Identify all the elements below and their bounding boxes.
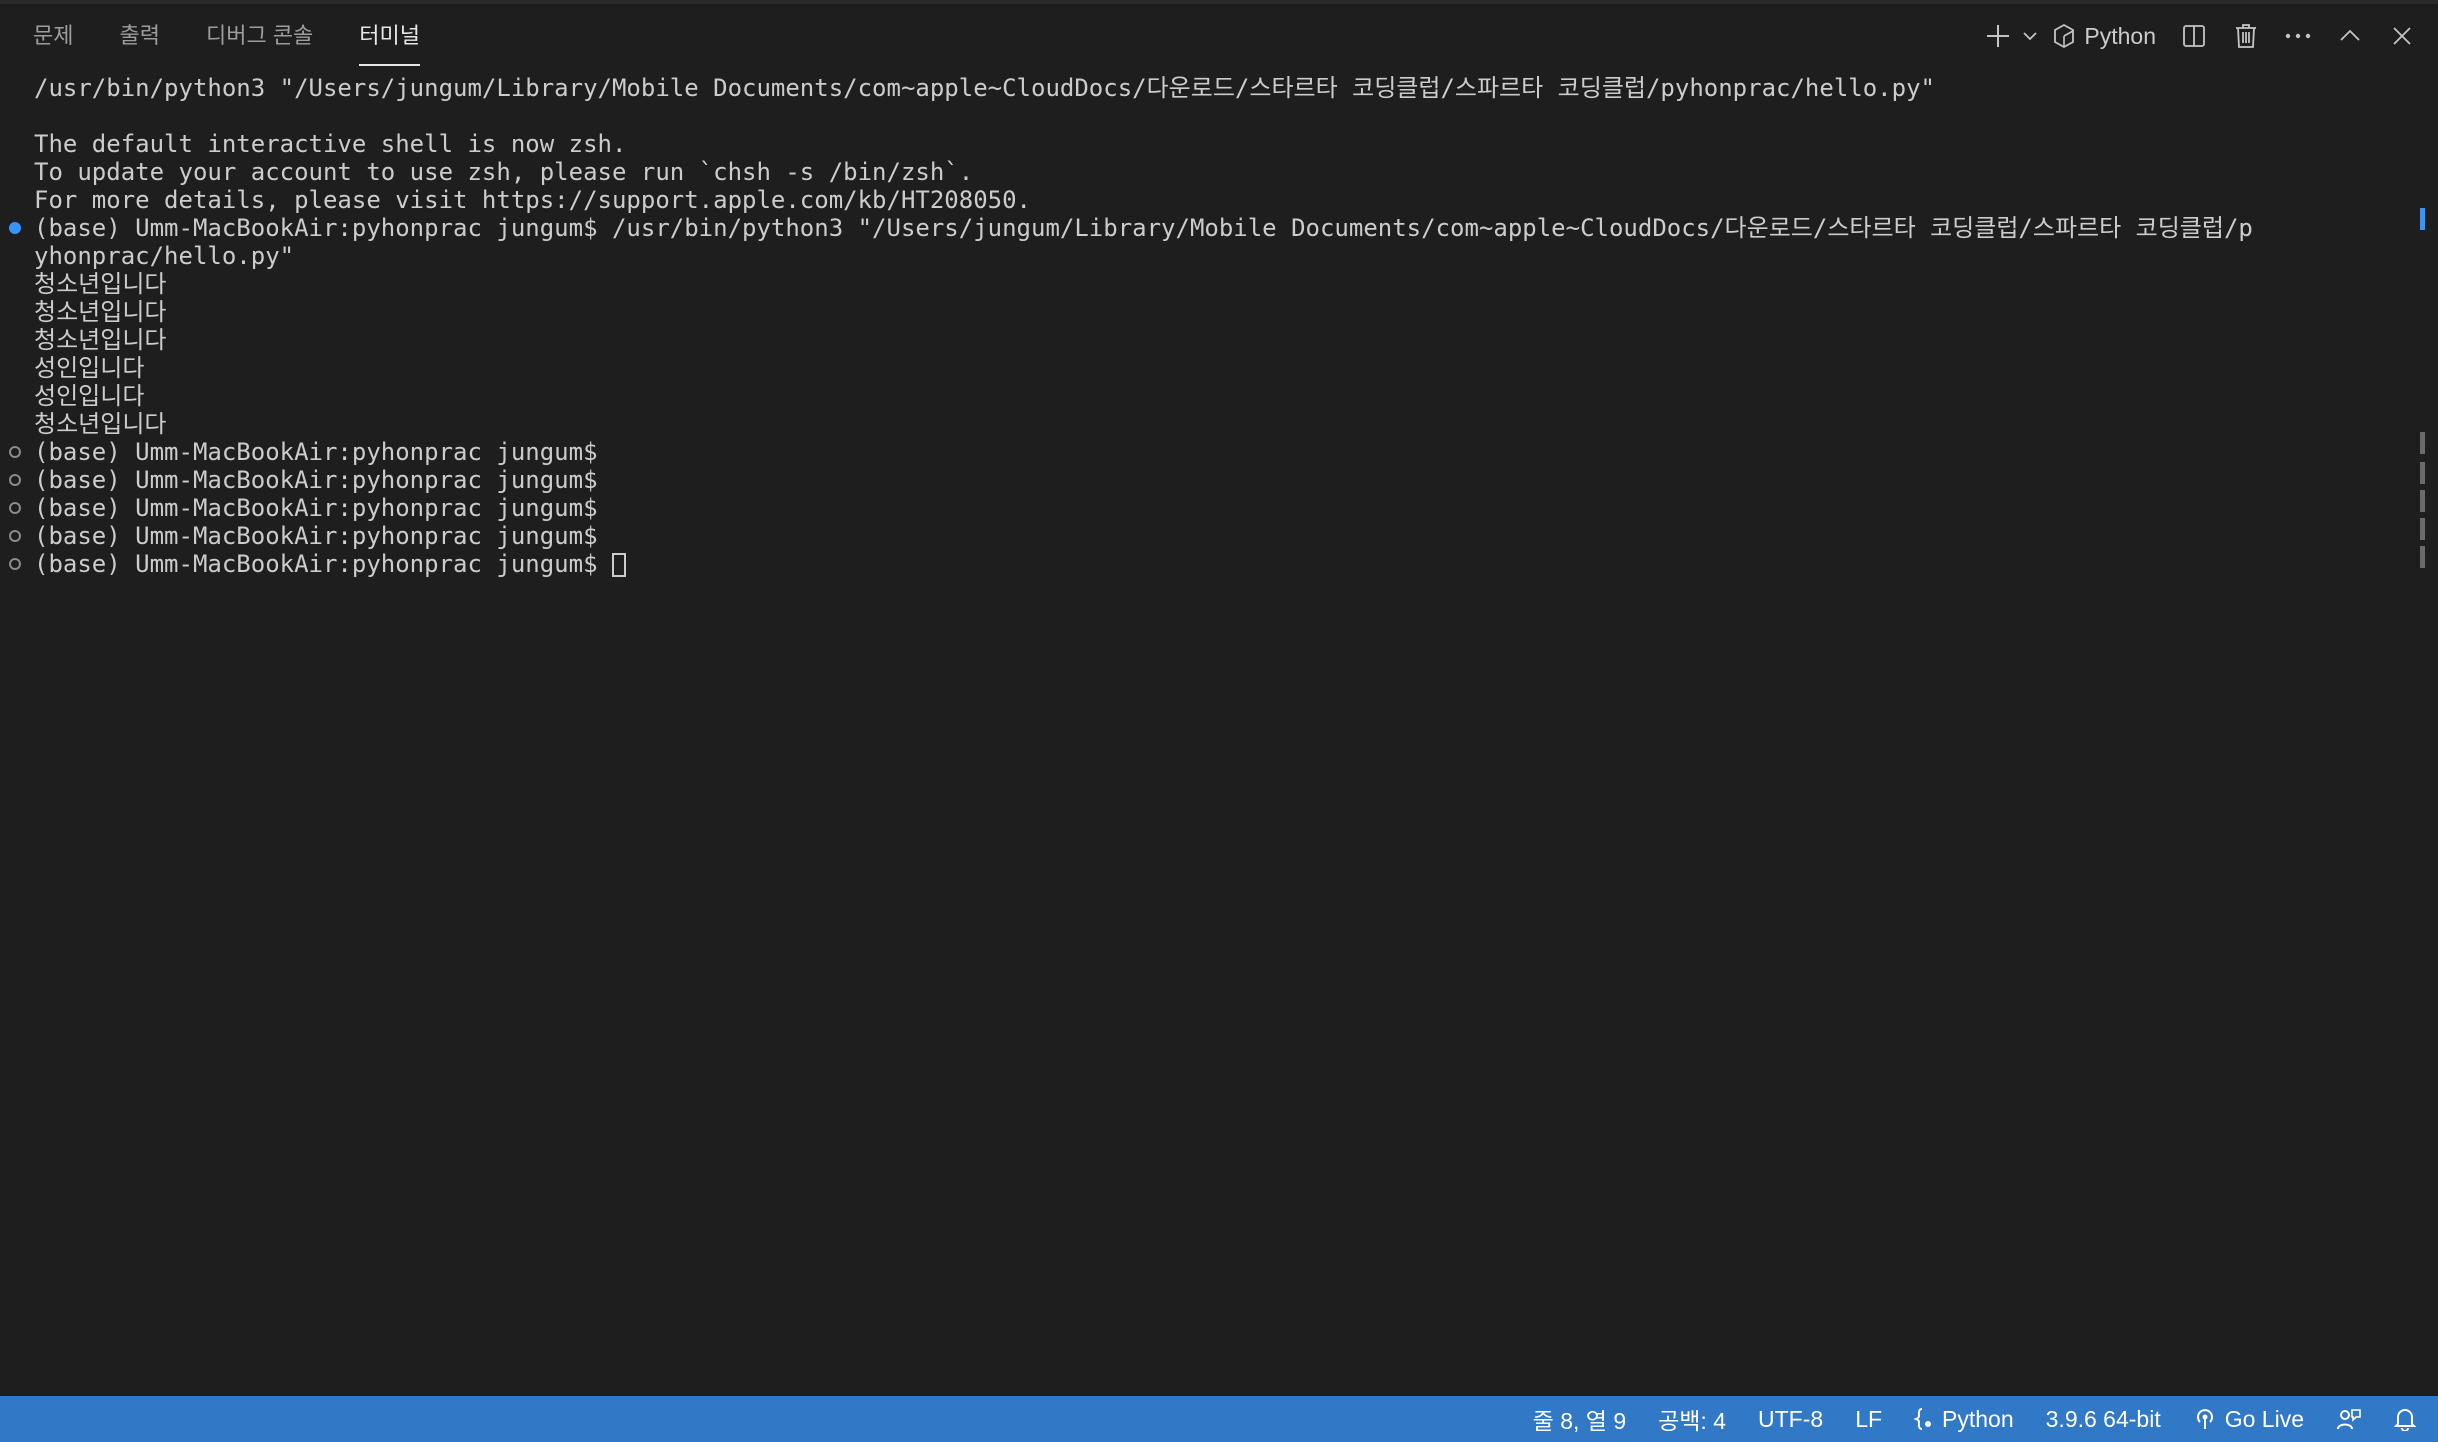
more-actions-button[interactable] [2272, 14, 2324, 58]
terminal-line: (base) Umm-MacBookAir:pyhonprac jungum$ [0, 522, 2400, 550]
panel-tabs: 문제 출력 디버그 콘솔 터미널 [33, 4, 466, 68]
line-text: 청소년입니다 [34, 326, 167, 354]
line-text: (base) Umm-MacBookAir:pyhonprac jungum$ [34, 466, 598, 494]
tab-terminal[interactable]: 터미널 [359, 4, 420, 68]
terminal-line: To update your account to use zsh, pleas… [0, 158, 2400, 186]
terminal-line: (base) Umm-MacBookAir:pyhonprac jungum$ [0, 438, 2400, 466]
chevron-up-icon [2339, 25, 2361, 47]
line-text: 청소년입니다 [34, 410, 167, 438]
language-mode-label: Python [1942, 1405, 2014, 1432]
line-text: 성인입니다 [34, 354, 145, 382]
scroll-marker [2420, 546, 2425, 568]
terminal-line: /usr/bin/python3 "/Users/jungum/Library/… [0, 74, 2400, 102]
line-text: To update your account to use zsh, pleas… [34, 158, 974, 186]
command-success-decoration[interactable] [9, 222, 21, 234]
line-text: yhonprac/hello.py" [34, 242, 295, 270]
status-bar: 줄 8, 열 9 공백: 4 UTF-8 LF Python 3.9.6 64-… [0, 1396, 2438, 1442]
split-terminal-button[interactable] [2168, 14, 2220, 58]
scroll-marker [2420, 432, 2425, 454]
terminal-line: 성인입니다 [0, 382, 2400, 410]
command-decoration[interactable] [9, 502, 21, 514]
status-bar-right: 줄 8, 열 9 공백: 4 UTF-8 LF Python 3.9.6 64-… [1517, 1396, 2438, 1442]
terminal-shell-selector[interactable]: Python [2052, 14, 2156, 58]
tab-debug-console[interactable]: 디버그 콘솔 [206, 4, 313, 68]
ellipsis-icon [2285, 32, 2311, 40]
tab-problems[interactable]: 문제 [33, 4, 73, 68]
feedback-button[interactable] [2320, 1396, 2378, 1442]
line-text: For more details, please visit https://s… [34, 186, 1031, 214]
split-icon [2182, 24, 2206, 48]
python-interpreter[interactable]: 3.9.6 64-bit [2030, 1396, 2177, 1442]
terminal-line: 청소년입니다 [0, 326, 2400, 354]
notifications-button[interactable] [2378, 1396, 2438, 1442]
terminal-line: The default interactive shell is now zsh… [0, 130, 2400, 158]
terminal-output[interactable]: /usr/bin/python3 "/Users/jungum/Library/… [0, 74, 2400, 1394]
broadcast-icon [2193, 1407, 2225, 1431]
scroll-marker [2420, 208, 2425, 230]
trash-icon [2235, 23, 2257, 49]
panel-header: 문제 출력 디버그 콘솔 터미널 Python [0, 4, 2438, 68]
chevron-down-icon [2022, 28, 2038, 44]
line-text: 성인입니다 [34, 382, 145, 410]
python-terminal-icon [2052, 23, 2076, 49]
maximize-panel-button[interactable] [2324, 14, 2376, 58]
scroll-marker [2420, 462, 2425, 484]
terminal-cursor [611, 553, 626, 577]
command-decoration[interactable] [9, 474, 21, 486]
terminal-line: (base) Umm-MacBookAir:pyhonprac jungum$ [0, 550, 2400, 578]
terminal-line: (base) Umm-MacBookAir:pyhonprac jungum$ … [0, 214, 2400, 242]
braces-icon [1914, 1407, 1942, 1431]
terminal-line: 성인입니다 [0, 354, 2400, 382]
line-text: (base) Umm-MacBookAir:pyhonprac jungum$ [34, 494, 598, 522]
terminal-line: For more details, please visit https://s… [0, 186, 2400, 214]
tab-output[interactable]: 출력 [119, 4, 159, 68]
language-mode[interactable]: Python [1898, 1396, 2030, 1442]
end-of-line-setting[interactable]: LF [1839, 1396, 1898, 1442]
line-text: (base) Umm-MacBookAir:pyhonprac jungum$ [34, 438, 598, 466]
bell-icon [2394, 1407, 2416, 1431]
terminal-line: yhonprac/hello.py" [0, 242, 2400, 270]
terminal-profile-dropdown[interactable] [2016, 14, 2044, 58]
terminal-shell-name: Python [2084, 22, 2156, 49]
line-text: 청소년입니다 [34, 298, 167, 326]
go-live-button[interactable]: Go Live [2177, 1396, 2320, 1442]
cursor-position[interactable]: 줄 8, 열 9 [1517, 1396, 1642, 1442]
line-text: The default interactive shell is now zsh… [34, 130, 627, 158]
terminal-line: (base) Umm-MacBookAir:pyhonprac jungum$ [0, 466, 2400, 494]
scroll-marker [2420, 490, 2425, 512]
scroll-marker [2420, 518, 2425, 540]
close-icon [2392, 26, 2412, 46]
plus-icon [1985, 23, 2011, 49]
command-decoration[interactable] [9, 446, 21, 458]
terminal-line: (base) Umm-MacBookAir:pyhonprac jungum$ [0, 494, 2400, 522]
feedback-icon [2336, 1407, 2362, 1431]
new-terminal-button[interactable] [1980, 14, 2016, 58]
line-text: (base) Umm-MacBookAir:pyhonprac jungum$ [34, 550, 598, 578]
terminal-line: 청소년입니다 [0, 410, 2400, 438]
encoding-setting[interactable]: UTF-8 [1742, 1396, 1839, 1442]
terminal-line: 청소년입니다 [0, 270, 2400, 298]
kill-terminal-button[interactable] [2220, 14, 2272, 58]
panel-actions: Python [1980, 4, 2438, 68]
line-text: (base) Umm-MacBookAir:pyhonprac jungum$ [34, 522, 598, 550]
close-panel-button[interactable] [2376, 14, 2428, 58]
command-decoration[interactable] [9, 530, 21, 542]
go-live-label: Go Live [2224, 1405, 2304, 1432]
command-decoration[interactable] [9, 558, 21, 570]
terminal-scrollbar[interactable] [2412, 74, 2438, 1394]
terminal-line: 청소년입니다 [0, 298, 2400, 326]
line-text: /usr/bin/python3 "/Users/jungum/Library/… [34, 74, 1935, 102]
line-text: 청소년입니다 [34, 270, 167, 298]
indentation-setting[interactable]: 공백: 4 [1642, 1396, 1742, 1442]
line-text: (base) Umm-MacBookAir:pyhonprac jungum$ … [34, 214, 2253, 242]
